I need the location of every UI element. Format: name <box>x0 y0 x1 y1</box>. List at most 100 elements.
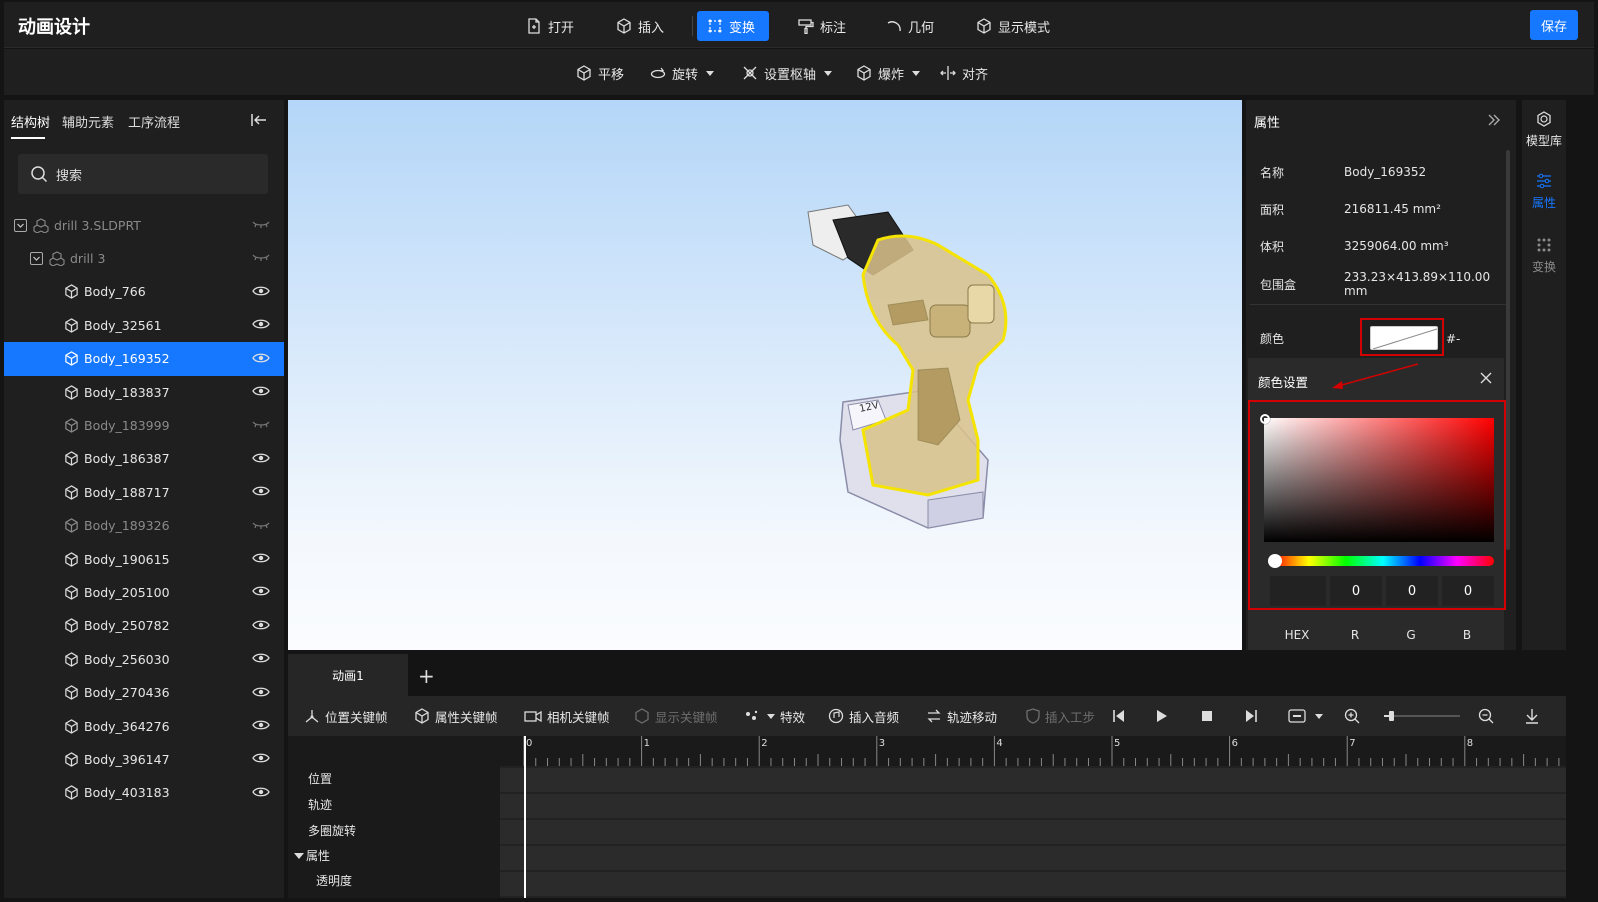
eye-icon[interactable] <box>252 485 270 497</box>
rail-transform[interactable]: 变换 <box>1522 236 1566 275</box>
tree-item[interactable]: Body_256030 <box>4 642 284 676</box>
eye-icon[interactable] <box>252 652 270 664</box>
property-keyframe-button[interactable]: 属性关键帧 <box>414 706 498 726</box>
position-keyframe-button[interactable]: 位置关键帧 <box>304 706 388 726</box>
geometry-button[interactable]: 几何 <box>876 11 944 41</box>
tree-item[interactable]: Body_766 <box>4 275 284 309</box>
eye-icon[interactable] <box>252 452 270 464</box>
effects-button[interactable]: 特效 <box>744 706 805 726</box>
zoom-slider[interactable] <box>1384 706 1460 726</box>
tree-item-label: drill 3.SLDPRT <box>54 217 141 233</box>
close-icon[interactable] <box>1480 372 1492 384</box>
3d-viewport[interactable]: 12V <box>288 100 1242 650</box>
track-label-properties-group[interactable]: 属性 <box>294 847 330 864</box>
track-lane-position[interactable] <box>500 768 1566 792</box>
tree-item[interactable]: Body_183999 <box>4 408 284 442</box>
align-button[interactable]: 对齐 <box>940 61 988 85</box>
insert-step-button[interactable]: 插入工步 <box>1026 706 1095 726</box>
hue-slider[interactable] <box>1272 556 1494 566</box>
tab-structure-tree[interactable]: 结构树 <box>11 112 50 131</box>
tree-item[interactable]: Body_396147 <box>4 742 284 776</box>
tree-item[interactable]: Body_403183 <box>4 776 284 810</box>
display-mode-button[interactable]: 显示模式 <box>966 11 1060 41</box>
eye-icon[interactable] <box>252 352 270 364</box>
playback-speed-button[interactable] <box>1288 706 1323 726</box>
eye-icon[interactable] <box>252 619 270 631</box>
zoom-out-button[interactable] <box>1478 706 1494 726</box>
collapse-toggle-icon[interactable] <box>30 251 43 265</box>
explode-button[interactable]: 爆炸 <box>856 61 921 85</box>
tree-item[interactable]: Body_188717 <box>4 475 284 509</box>
rotate-button[interactable]: 旋转 <box>650 61 715 85</box>
save-button[interactable]: 保存 <box>1530 10 1578 40</box>
eye-icon[interactable] <box>252 719 270 731</box>
drill-model[interactable]: 12V <box>288 100 1242 650</box>
tree-item[interactable]: Body_186387 <box>4 442 284 476</box>
color-swatch-button[interactable] <box>1370 326 1438 350</box>
track-lane-properties[interactable] <box>500 846 1566 870</box>
red-input[interactable]: 0 <box>1330 576 1382 606</box>
collapse-left-icon[interactable] <box>250 112 268 128</box>
eye-closed-icon[interactable] <box>252 251 270 263</box>
eye-icon[interactable] <box>252 385 270 397</box>
transform-button[interactable]: 变换 <box>697 11 769 41</box>
insert-audio-button[interactable]: 插入音频 <box>828 706 899 726</box>
eye-closed-icon[interactable] <box>252 519 270 531</box>
expand-right-icon[interactable] <box>1486 112 1502 128</box>
download-button[interactable] <box>1524 706 1540 726</box>
tree-item[interactable]: Body_364276 <box>4 709 284 743</box>
set-pivot-button[interactable]: 设置枢轴 <box>742 61 833 85</box>
hex-input[interactable] <box>1270 576 1326 606</box>
next-frame-button[interactable] <box>1244 706 1258 726</box>
camera-keyframe-button[interactable]: 相机关键帧 <box>524 706 610 726</box>
track-lane-opacity[interactable] <box>500 872 1566 896</box>
rail-properties[interactable]: 属性 <box>1522 172 1566 211</box>
tab-animation-1[interactable]: 动画1 <box>288 654 408 696</box>
annotate-button[interactable]: 标注 <box>788 11 856 41</box>
tree-item[interactable]: drill 3 <box>4 241 284 275</box>
rail-model-library[interactable]: 模型库 <box>1522 110 1566 149</box>
stop-button[interactable] <box>1200 706 1214 726</box>
blue-input[interactable]: 0 <box>1442 576 1494 606</box>
track-move-button[interactable]: 轨迹移动 <box>926 706 997 726</box>
track-lane-path[interactable] <box>500 794 1566 818</box>
tree-item[interactable]: Body_270436 <box>4 676 284 710</box>
tree-item[interactable]: Body_250782 <box>4 609 284 643</box>
tab-process-flow[interactable]: 工序流程 <box>128 112 180 131</box>
eye-icon[interactable] <box>252 552 270 564</box>
tree-item[interactable]: Body_205100 <box>4 575 284 609</box>
tree-item[interactable]: drill 3.SLDPRT <box>4 208 284 242</box>
search-input[interactable]: 搜索 <box>18 154 268 194</box>
collapse-toggle-icon[interactable] <box>14 218 27 232</box>
eye-icon[interactable] <box>252 752 270 764</box>
eye-closed-icon[interactable] <box>252 418 270 430</box>
saturation-value-handle[interactable] <box>1260 414 1270 424</box>
display-keyframe-button[interactable]: 显示关键帧 <box>634 706 718 726</box>
previous-frame-button[interactable] <box>1112 706 1126 726</box>
translate-button[interactable]: 平移 <box>576 61 624 85</box>
green-input[interactable]: 0 <box>1386 576 1438 606</box>
insert-button[interactable]: 插入 <box>606 11 674 41</box>
eye-icon[interactable] <box>252 585 270 597</box>
eye-icon[interactable] <box>252 686 270 698</box>
play-button[interactable] <box>1154 706 1168 726</box>
eye-icon[interactable] <box>252 786 270 798</box>
tree-item[interactable]: Body_169352 <box>4 341 284 376</box>
timeline[interactable]: 0 1 2 3 4 5 6 7 8 <box>500 736 1566 898</box>
properties-scrollbar[interactable] <box>1506 150 1510 550</box>
eye-icon[interactable] <box>252 285 270 297</box>
open-button[interactable]: 打开 <box>516 11 584 41</box>
tab-auxiliary-elements[interactable]: 辅助元素 <box>62 112 114 131</box>
hue-slider-handle[interactable] <box>1268 554 1282 568</box>
tree-item[interactable]: Body_189326 <box>4 509 284 543</box>
playhead[interactable] <box>524 736 526 898</box>
eye-closed-icon[interactable] <box>252 218 270 230</box>
eye-icon[interactable] <box>252 318 270 330</box>
tree-item[interactable]: Body_183837 <box>4 375 284 409</box>
zoom-in-button[interactable] <box>1344 706 1360 726</box>
tree-item[interactable]: Body_32561 <box>4 308 284 342</box>
saturation-value-area[interactable] <box>1264 418 1494 542</box>
tree-item[interactable]: Body_190615 <box>4 542 284 576</box>
add-animation-icon[interactable]: + <box>418 664 435 688</box>
track-lane-multi-rotation[interactable] <box>500 820 1566 844</box>
